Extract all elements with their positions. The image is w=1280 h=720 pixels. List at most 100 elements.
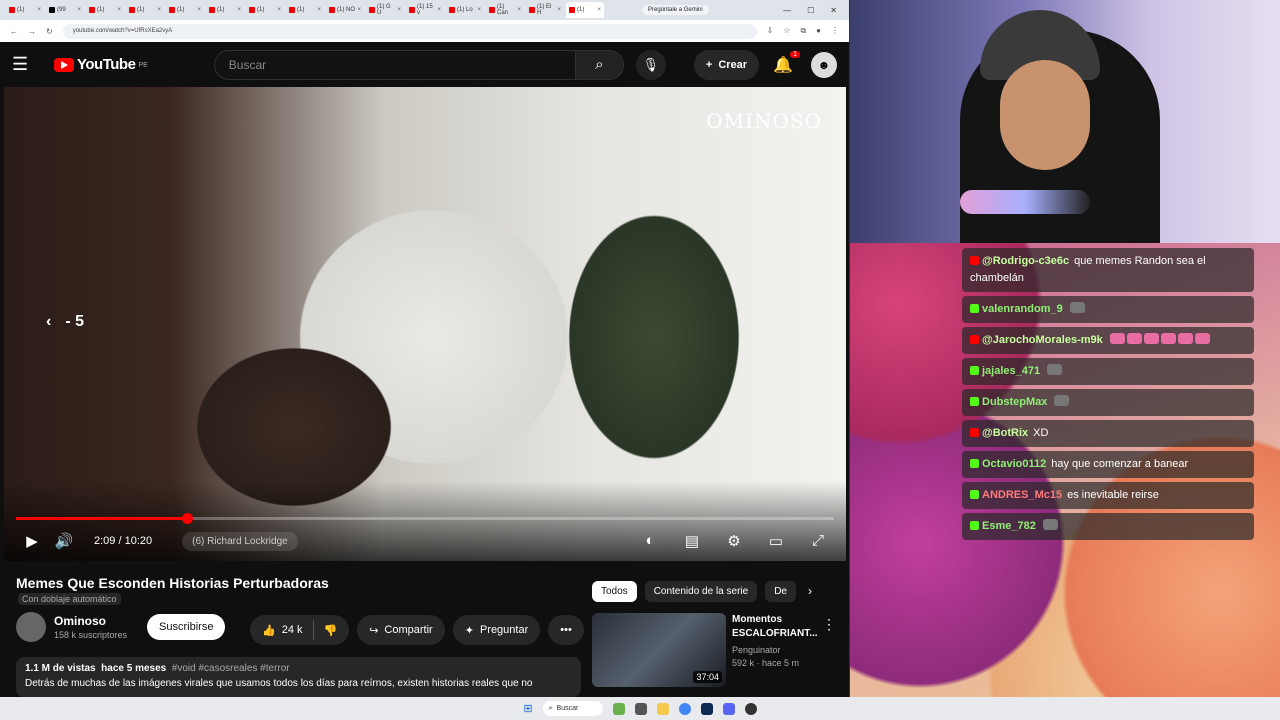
tab-close-icon[interactable]: × <box>517 7 521 13</box>
play-icon[interactable]: ▶ <box>16 532 48 550</box>
recommended-thumbnail[interactable]: 37:04 <box>592 613 726 687</box>
chat-username[interactable]: jajales_471 <box>982 365 1040 377</box>
browser-tab[interactable]: (1) × <box>126 2 164 18</box>
ask-button[interactable]: ✦ Preguntar <box>452 615 541 645</box>
task-view-icon[interactable] <box>634 702 647 715</box>
search-button[interactable]: ⌕ <box>575 49 624 80</box>
chat-username[interactable]: Octavio0112 <box>982 458 1046 470</box>
forward-icon[interactable]: → <box>28 27 36 36</box>
description-box[interactable]: 1.1 M de vistas hace 5 meses #void #caso… <box>16 657 581 697</box>
gemini-button[interactable]: Pregúntale a Gemini <box>642 5 709 15</box>
tab-close-icon[interactable]: × <box>237 7 241 13</box>
channel-name[interactable]: Ominoso <box>54 614 127 628</box>
kebab-menu-icon[interactable]: ⋮ <box>822 616 836 633</box>
browser-tab[interactable]: (1) × <box>206 2 244 18</box>
obs-icon[interactable] <box>744 702 757 715</box>
install-icon[interactable]: ⇩ <box>767 26 774 36</box>
file-explorer-icon[interactable] <box>656 702 669 715</box>
extensions-icon[interactable]: ⧉ <box>800 26 806 36</box>
recommended-title[interactable]: Momentos ESCALOFRIANT... <box>732 613 822 641</box>
chat-username[interactable]: valenrandom_9 <box>982 303 1063 315</box>
bookmark-star-icon[interactable]: ☆ <box>783 26 790 36</box>
subscribe-button[interactable]: Suscribirse <box>147 614 226 640</box>
minimize-icon[interactable]: — <box>783 6 791 15</box>
settings-gear-icon[interactable]: ⚙ <box>718 532 750 550</box>
chat-username[interactable]: @Rodrigo-c3e6c <box>982 255 1069 267</box>
menu-dots-icon[interactable]: ⋮ <box>831 26 839 36</box>
reload-icon[interactable]: ↻ <box>46 27 53 36</box>
filter-chip[interactable]: Contenido de la serie <box>644 581 758 602</box>
url-field[interactable]: youtube.com/watch?v=UfRsXEa2vyA <box>62 23 757 39</box>
hamburger-menu-icon[interactable]: ☰ <box>12 54 40 75</box>
tab-close-icon[interactable]: × <box>477 7 481 13</box>
tab-close-icon[interactable]: × <box>317 7 321 13</box>
hashtags[interactable]: #void #casosreales #terror <box>172 663 290 674</box>
like-icon[interactable]: 👍 <box>262 624 276 637</box>
like-count[interactable]: 24 k <box>282 624 303 636</box>
tab-close-icon[interactable]: × <box>37 7 41 13</box>
tab-close-icon[interactable]: × <box>157 7 161 13</box>
scrubber-handle[interactable] <box>181 513 193 524</box>
browser-tab[interactable]: (1) × <box>166 2 204 18</box>
account-avatar[interactable]: ☻ <box>811 51 837 78</box>
tab-close-icon[interactable]: × <box>557 7 561 13</box>
browser-tab[interactable]: (1) × <box>6 2 44 18</box>
video-player[interactable]: OMINOSO ‹ - 5 ▶ 🔊 2:09 / 10:20 (6) Richa… <box>4 87 846 561</box>
tab-close-icon[interactable]: × <box>197 7 201 13</box>
windows-start-icon[interactable]: ⊞ <box>523 702 532 715</box>
browser-tab[interactable]: (1) × <box>566 2 604 18</box>
tab-close-icon[interactable]: × <box>277 7 281 13</box>
browser-tab[interactable]: (1) × <box>246 2 284 18</box>
youtube-logo[interactable]: YouTube PE <box>54 56 148 73</box>
close-icon[interactable]: ✕ <box>830 6 837 15</box>
browser-tab[interactable]: (1) 15 v × <box>406 2 444 18</box>
recommended-video[interactable]: 37:04 Momentos ESCALOFRIANT... Penguinat… <box>592 613 822 687</box>
tab-close-icon[interactable]: × <box>117 7 121 13</box>
widgets-icon[interactable] <box>612 702 625 715</box>
maximize-icon[interactable]: ☐ <box>807 6 814 15</box>
browser-tab[interactable]: (1) × <box>86 2 124 18</box>
subtitles-icon[interactable]: ▤ <box>676 532 708 550</box>
chapter-button[interactable]: (6) Richard Lockridge <box>182 531 298 551</box>
chrome-icon[interactable] <box>678 702 691 715</box>
taskbar-search[interactable]: ⌕ Buscar <box>542 701 603 716</box>
tab-close-icon[interactable]: × <box>397 7 401 13</box>
chat-username[interactable]: @JarochoMorales-m9k <box>982 334 1103 346</box>
volume-icon[interactable]: 🔊 <box>48 532 80 550</box>
browser-tab[interactable]: (1) Can × <box>486 2 524 18</box>
tab-close-icon[interactable]: × <box>437 7 441 13</box>
browser-tab[interactable]: (1) NO × <box>326 2 364 18</box>
chat-username[interactable]: Esme_782 <box>982 520 1036 532</box>
chat-username[interactable]: @BotRix <box>982 427 1028 439</box>
chevron-right-icon[interactable]: › <box>808 584 812 598</box>
browser-tab[interactable]: (99 × <box>46 2 84 18</box>
recommended-channel[interactable]: Penguinator <box>732 645 822 655</box>
tab-close-icon[interactable]: × <box>357 7 361 13</box>
filter-chip[interactable]: Todos <box>592 581 637 602</box>
browser-tab[interactable]: (1) Lo × <box>446 2 484 18</box>
tab-close-icon[interactable]: × <box>597 7 601 13</box>
notifications-button[interactable]: 🔔 1 <box>773 50 800 75</box>
profile-icon[interactable]: ● <box>816 26 821 36</box>
theater-mode-icon[interactable]: ▭ <box>760 532 792 550</box>
more-actions-button[interactable]: ••• <box>548 615 584 645</box>
progress-bar[interactable] <box>16 513 834 524</box>
browser-tab[interactable]: (1) El H × <box>526 2 564 18</box>
dislike-icon[interactable]: 👎 <box>324 624 338 637</box>
fullscreen-icon[interactable]: ⤢ <box>802 532 834 550</box>
voice-search-button[interactable]: 🎙 <box>635 49 666 80</box>
tab-close-icon[interactable]: × <box>77 7 81 13</box>
back-icon[interactable]: ← <box>10 27 18 36</box>
photoshop-icon[interactable] <box>700 702 713 715</box>
create-button[interactable]: + Crear <box>693 49 760 80</box>
autoplay-toggle-icon[interactable]: ◐ <box>634 532 666 550</box>
browser-tab[interactable]: (1) G U × <box>366 2 404 18</box>
share-button[interactable]: ↪ Compartir <box>357 615 445 645</box>
channel-avatar[interactable] <box>16 612 46 642</box>
discord-icon[interactable] <box>722 702 735 715</box>
chat-username[interactable]: ANDRES_Mc15 <box>982 489 1062 501</box>
chat-username[interactable]: DubstepMax <box>982 396 1047 408</box>
browser-tab[interactable]: (1) × <box>286 2 324 18</box>
search-input[interactable] <box>228 57 575 72</box>
filter-chip[interactable]: De <box>765 581 796 602</box>
